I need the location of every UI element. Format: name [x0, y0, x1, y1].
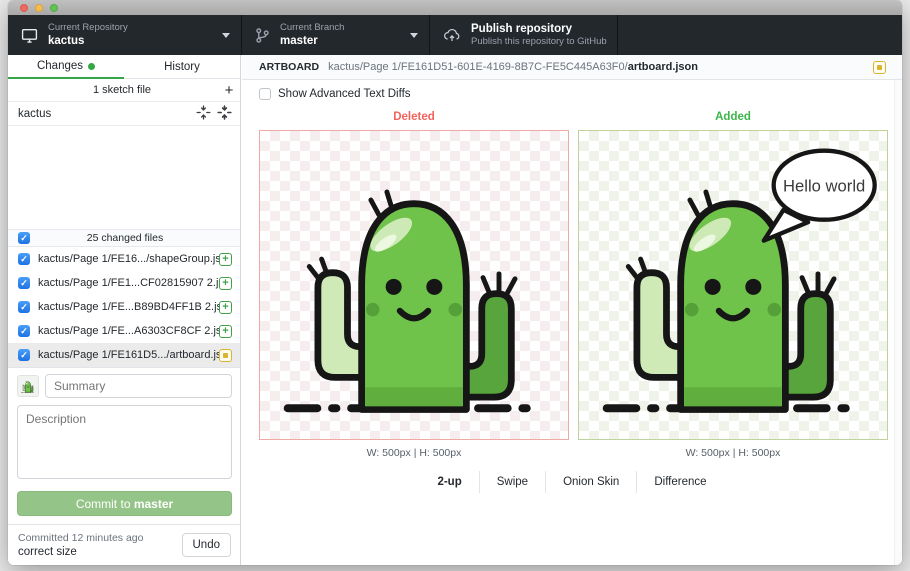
cactus-image-before	[260, 131, 568, 439]
publish-title: Publish repository	[471, 22, 572, 35]
sketch-file-name: kactus	[18, 107, 52, 120]
publish-repository-button[interactable]: Publish repository Publish this reposito…	[430, 15, 617, 55]
monitor-icon	[21, 27, 38, 44]
diff-view: ARTBOARD kactus/Page 1/FE161D51-601E-416…	[242, 55, 902, 565]
speech-bubble-text: Hello world	[783, 176, 865, 195]
file-checkbox[interactable]	[18, 325, 30, 337]
repository-dropdown[interactable]: Current Repository kactus	[8, 15, 241, 55]
advanced-diffs-label: Show Advanced Text Diffs	[278, 88, 411, 100]
deleted-label: Deleted	[393, 111, 435, 123]
publish-subtitle: Publish this repository to GitHub	[471, 36, 607, 48]
added-status-icon	[219, 324, 232, 338]
file-path: kactus/Page 1/FE...B89BD4FF1B 2.json	[38, 301, 219, 313]
added-status-icon	[219, 276, 232, 290]
titlebar	[8, 0, 902, 15]
mode-2up[interactable]: 2-up	[420, 471, 478, 493]
tab-history-label: History	[164, 60, 200, 73]
file-path: kactus/Page 1/FE16.../shapeGroup.json	[38, 253, 219, 265]
last-commit-time: Committed 12 minutes ago	[18, 532, 144, 544]
branch-dropdown[interactable]: Current Branch master	[242, 15, 429, 55]
sketch-files-count: 1 sketch file	[92, 84, 152, 96]
speech-bubble: Hello world	[761, 148, 877, 243]
summary-input[interactable]	[45, 374, 232, 398]
file-checkbox[interactable]	[18, 277, 30, 289]
changes-indicator-dot-icon	[88, 62, 96, 70]
file-checkbox[interactable]	[18, 301, 30, 313]
tab-changes[interactable]: Changes	[8, 55, 124, 79]
app-window: Current Repository kactus Current Branch…	[8, 0, 902, 565]
file-row-selected[interactable]: kactus/Page 1/FE161D5.../artboard.json	[8, 343, 240, 367]
modified-status-icon	[873, 60, 886, 74]
breadcrumb-kind: ARTBOARD	[259, 61, 320, 73]
file-checkbox[interactable]	[18, 349, 30, 361]
added-status-icon	[219, 300, 232, 314]
tab-changes-label: Changes	[36, 60, 84, 72]
deleted-image-size: W: 500px | H: 500px	[366, 447, 462, 459]
sidebar: Changes History 1 sketch file kactus	[8, 55, 241, 565]
diff-mode-tabs: 2-up Swipe Onion Skin Difference	[242, 471, 902, 493]
breadcrumb-file: artboard.json	[627, 61, 698, 73]
file-path: kactus/Page 1/FE...A6303CF8CF 2.json	[38, 325, 219, 337]
file-checkbox[interactable]	[18, 253, 30, 265]
added-status-icon	[219, 252, 232, 266]
chevron-down-icon	[410, 33, 418, 38]
mode-swipe[interactable]: Swipe	[478, 471, 545, 493]
scrollbar[interactable]	[894, 80, 902, 565]
file-row[interactable]: kactus/Page 1/FE...B89BD4FF1B 2.json	[8, 295, 240, 319]
repository-name: kactus	[48, 34, 85, 47]
added-label: Added	[715, 111, 751, 123]
export-sketch-icon[interactable]	[217, 104, 232, 123]
close-window-button[interactable]	[20, 4, 28, 12]
cactus-image-after: Hello world	[579, 148, 877, 439]
cloud-upload-icon	[443, 27, 461, 43]
branch-icon	[255, 27, 270, 44]
sidebar-tabs: Changes History	[8, 55, 240, 79]
undo-button[interactable]: Undo	[181, 533, 231, 557]
sketch-files-header: 1 sketch file	[8, 79, 240, 102]
added-image-panel: Hello world	[578, 130, 888, 440]
chevron-down-icon	[222, 33, 230, 38]
breadcrumb-path: kactus/Page 1/FE161D51-601E-4169-8B7C-FE…	[328, 61, 628, 73]
tab-history[interactable]: History	[124, 55, 240, 79]
select-all-checkbox[interactable]	[18, 232, 30, 244]
branch-label: Current Branch	[280, 21, 345, 33]
repository-label: Current Repository	[48, 21, 128, 33]
avatar	[17, 375, 39, 397]
mode-difference[interactable]: Difference	[636, 471, 723, 493]
last-commit-section: Committed 12 minutes ago correct size Un…	[8, 524, 240, 565]
file-row[interactable]: kactus/Page 1/FE16.../shapeGroup.json	[8, 247, 240, 271]
add-sketch-file-button[interactable]	[218, 79, 240, 101]
commit-button-prefix: Commit to	[75, 496, 134, 511]
breadcrumb: ARTBOARD kactus/Page 1/FE161D51-601E-416…	[242, 55, 902, 80]
added-image-size: W: 500px | H: 500px	[685, 447, 781, 459]
zoom-window-button[interactable]	[50, 4, 58, 12]
minimize-window-button[interactable]	[35, 4, 43, 12]
file-row[interactable]: kactus/Page 1/FE1...CF02815907 2.json	[8, 271, 240, 295]
advanced-diffs-checkbox[interactable]	[259, 88, 271, 100]
commit-form: Commit to master Committed 12 minutes ag…	[8, 367, 240, 565]
advanced-diffs-toggle[interactable]: Show Advanced Text Diffs	[259, 88, 411, 100]
import-sketch-icon[interactable]	[196, 104, 211, 123]
commit-button[interactable]: Commit to master	[17, 491, 232, 516]
toolbar: Current Repository kactus Current Branch…	[8, 15, 902, 55]
deleted-image-panel	[259, 130, 569, 440]
mode-onion-skin[interactable]: Onion Skin	[545, 471, 636, 493]
file-path: kactus/Page 1/FE1...CF02815907 2.json	[38, 277, 219, 289]
sketch-file-row[interactable]: kactus	[8, 102, 240, 126]
description-input[interactable]	[17, 405, 232, 479]
commit-button-branch: master	[133, 496, 174, 511]
file-row[interactable]: kactus/Page 1/FE...A6303CF8CF 2.json	[8, 319, 240, 343]
changed-files-header: 25 changed files	[8, 229, 240, 247]
last-commit-message: correct size	[18, 546, 77, 558]
branch-name: master	[280, 34, 318, 47]
file-path: kactus/Page 1/FE161D5.../artboard.json	[38, 349, 219, 361]
changed-files-count: 25 changed files	[86, 232, 164, 244]
modified-status-icon	[219, 348, 232, 362]
